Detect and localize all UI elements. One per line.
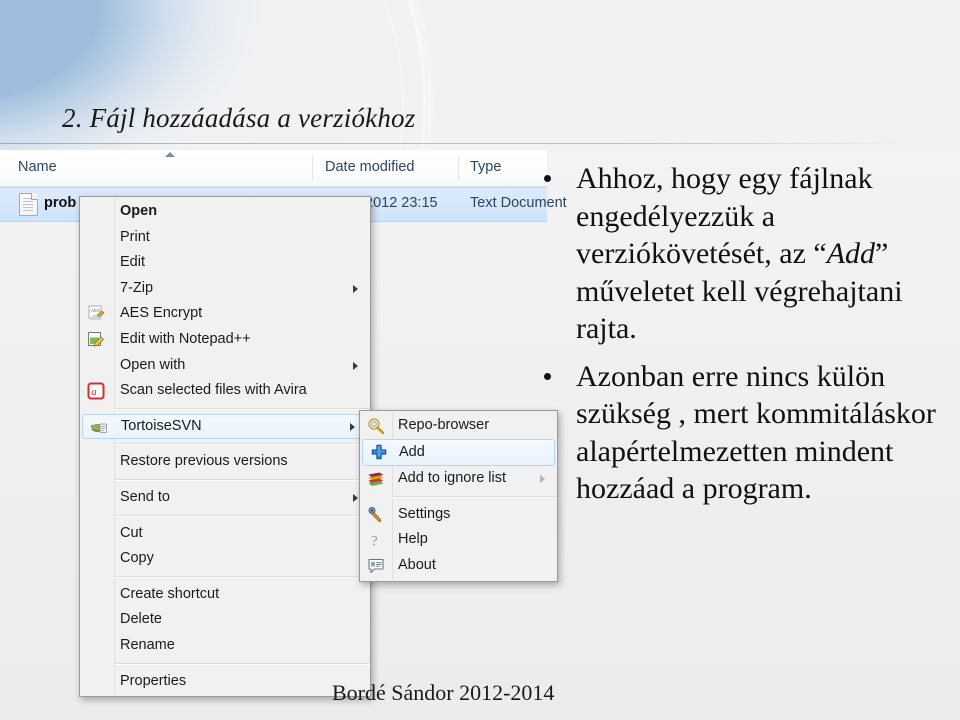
submenu-item-help[interactable]: ? Help (360, 527, 557, 553)
text-file-icon (19, 193, 38, 216)
menu-item-edit-with-notepadpp[interactable]: Edit with Notepad++ (80, 327, 370, 353)
tortoisesvn-icon (90, 418, 108, 436)
menu-item-label: TortoiseSVN (121, 417, 202, 434)
chevron-right-icon (540, 475, 545, 484)
menu-item-restore-previous-versions[interactable]: Restore previous versions (80, 449, 370, 475)
menu-item-create-shortcut[interactable]: Create shortcut (80, 582, 370, 608)
menu-item-label: Rename (120, 636, 175, 653)
menu-separator (114, 514, 370, 517)
svg-text:a: a (91, 386, 97, 398)
slide-body-text: Ahhoz, hogy egy fájlnak engedélyezzük a … (530, 160, 954, 518)
menu-item-label: Properties (120, 672, 187, 689)
menu-item-copy[interactable]: Copy (80, 546, 370, 572)
title-divider-rule (0, 143, 920, 144)
submenu-item-about[interactable]: About (360, 553, 557, 579)
menu-item-properties[interactable]: Properties (80, 669, 370, 695)
submenu-item-label: Settings (398, 505, 451, 522)
menu-item-label: Scan selected files with Avira (120, 382, 307, 399)
about-info-icon (367, 557, 385, 575)
sort-ascending-icon (165, 152, 175, 157)
chevron-right-icon (353, 361, 358, 370)
menu-item-label: Send to (120, 488, 170, 505)
menu-item-send-to[interactable]: Send to (80, 485, 370, 511)
menu-item-print[interactable]: Print (80, 225, 370, 251)
menu-item-label: Copy (120, 550, 154, 567)
submenu-item-label: Add (399, 443, 425, 460)
bullet-text-part1: Azonban erre nincs külön szükség , mert … (576, 359, 936, 506)
bullet-item: Ahhoz, hogy egy fájlnak engedélyezzük a … (530, 160, 954, 348)
column-separator (312, 156, 313, 180)
svg-text:AES: AES (91, 308, 100, 313)
menu-item-edit[interactable]: Edit (80, 250, 370, 276)
menu-item-tortoisesvn[interactable]: TortoiseSVN (82, 413, 368, 440)
menu-item-label: AES Encrypt (120, 305, 203, 322)
column-header-name[interactable]: Name (18, 159, 57, 175)
ignore-list-icon (367, 470, 385, 488)
menu-item-label: Open (120, 203, 158, 219)
menu-item-7zip[interactable]: 7-Zip (80, 276, 370, 302)
submenu-item-label: Add to ignore list (398, 470, 507, 487)
aes-encrypt-icon: AES (87, 305, 105, 323)
menu-item-label: Print (120, 228, 150, 245)
menu-separator (114, 575, 370, 578)
menu-item-label: Restore previous versions (120, 453, 288, 470)
file-date-cell: 2012 23:15 (365, 195, 438, 211)
menu-separator (114, 478, 370, 481)
menu-item-label: Delete (120, 611, 162, 628)
slide-footer: Bordé Sándor 2012-2014 (332, 680, 555, 705)
avira-icon: a (87, 382, 105, 400)
menu-item-label: 7-Zip (120, 279, 154, 296)
submenu-item-settings[interactable]: Settings (360, 502, 557, 528)
presentation-slide: 2. Fájl hozzáadása a verziókhoz Name Dat… (0, 0, 960, 720)
submenu-item-label: Help (398, 531, 428, 548)
submenu-item-repo-browser[interactable]: Repo-browser (360, 413, 557, 439)
repo-browser-icon (367, 417, 385, 435)
file-context-menu[interactable]: Open Print Edit 7-Zip AES AES Encrypt Ed… (79, 196, 371, 698)
chevron-right-icon (353, 284, 358, 293)
menu-separator (114, 443, 370, 446)
menu-item-cut[interactable]: Cut (80, 521, 370, 547)
help-question-icon: ? (367, 531, 385, 550)
menu-item-label: Cut (120, 524, 143, 541)
menu-item-label: Open with (120, 356, 186, 373)
menu-item-label: Create shortcut (120, 585, 220, 602)
menu-item-scan-with-avira[interactable]: a Scan selected files with Avira (80, 378, 370, 404)
submenu-item-add[interactable]: Add (362, 438, 555, 467)
file-name-cell: prob (44, 195, 77, 211)
submenu-item-add-to-ignore-list[interactable]: Add to ignore list (360, 466, 557, 492)
chevron-right-icon (350, 422, 355, 431)
menu-item-label: Edit (120, 254, 145, 271)
chevron-right-icon (353, 493, 358, 502)
bullet-dot-icon (544, 372, 551, 380)
notepadpp-icon (87, 331, 105, 349)
submenu-separator (392, 495, 557, 498)
menu-separator (114, 662, 370, 665)
tortoisesvn-submenu[interactable]: Repo-browser Add Add to ignore list Sett… (359, 410, 558, 582)
menu-item-aes-encrypt[interactable]: AES AES Encrypt (80, 301, 370, 327)
settings-wrench-icon (367, 506, 385, 524)
menu-item-rename[interactable]: Rename (80, 633, 370, 659)
column-header-type[interactable]: Type (470, 159, 501, 175)
add-plus-icon (370, 443, 388, 461)
submenu-item-label: Repo-browser (398, 417, 490, 433)
menu-item-label: Edit with Notepad++ (120, 330, 251, 347)
menu-item-open[interactable]: Open (80, 199, 370, 225)
menu-separator (114, 407, 370, 410)
explorer-column-header: Name Date modified Type (0, 150, 547, 187)
column-header-date-modified[interactable]: Date modified (325, 159, 414, 175)
bullet-item: Azonban erre nincs külön szükség , mert … (530, 358, 954, 508)
submenu-item-label: About (398, 556, 436, 573)
column-separator (458, 156, 459, 180)
svg-text:?: ? (371, 534, 378, 550)
bullet-dot-icon (544, 175, 551, 182)
page-title: 2. Fájl hozzáadása a verziókhoz (62, 103, 416, 133)
bullet-text-emphasis: Add (826, 237, 876, 270)
menu-item-open-with[interactable]: Open with (80, 353, 370, 379)
menu-item-delete[interactable]: Delete (80, 607, 370, 633)
